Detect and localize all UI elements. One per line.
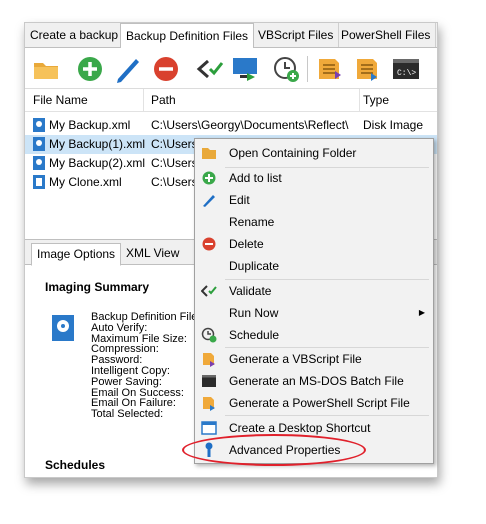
validate-icon[interactable] [195, 54, 225, 84]
command-prompt-icon [201, 373, 217, 389]
svg-text:C:\>: C:\> [397, 69, 416, 78]
definition-file-icon [33, 156, 45, 170]
validate-icon [201, 283, 217, 299]
tab-xml-view[interactable]: XML View [121, 243, 184, 264]
generate-batch-icon[interactable]: C:\> [391, 54, 421, 84]
menu-item-validate[interactable]: Validate [195, 280, 433, 302]
definition-file-icon [33, 137, 45, 151]
file-name: My Backup.xml [49, 118, 131, 132]
tab-vbscript-files[interactable]: VBScript Files [253, 23, 340, 47]
summary-item: Total Selected: [91, 408, 164, 421]
tab-create-backup[interactable]: Create a backup [25, 23, 125, 47]
edit-pencil-icon [201, 192, 217, 208]
highlight-circle-annotation [182, 434, 366, 466]
schedule-icon[interactable] [271, 54, 301, 84]
edit-pencil-icon[interactable] [113, 54, 143, 84]
menu-separator [225, 415, 429, 416]
desktop-shortcut-icon [201, 420, 217, 436]
add-icon[interactable] [75, 54, 105, 84]
generate-powershell-icon[interactable] [353, 54, 383, 84]
menu-item-generate-vbscript[interactable]: Generate a VBScript File [195, 348, 433, 370]
file-name: My Backup(2).xml [49, 156, 146, 170]
top-tab-bar: Create a backup Backup Definition Files … [25, 23, 437, 49]
menu-item-run-now[interactable]: Run Now ▶ [195, 302, 433, 324]
toolbar: C:\> [25, 48, 437, 89]
column-header-file-name[interactable]: File Name [25, 89, 144, 111]
powershell-file-icon [201, 395, 217, 411]
definition-file-icon [33, 118, 45, 132]
delete-icon[interactable] [151, 54, 181, 84]
summary-item: Auto Verify: [91, 321, 148, 334]
menu-item-rename[interactable]: Rename [195, 211, 433, 233]
imaging-summary-heading: Imaging Summary [45, 280, 150, 294]
file-list-header: File Name Path Type [25, 89, 437, 112]
add-icon [201, 170, 217, 186]
menu-item-add-to-list[interactable]: Add to list [195, 167, 433, 189]
context-menu: Open Containing Folder Add to list Edit … [194, 138, 434, 464]
open-folder-icon[interactable] [31, 54, 61, 84]
disk-image-icon [52, 315, 74, 341]
menu-item-generate-batch[interactable]: Generate an MS-DOS Batch File [195, 370, 433, 392]
clone-file-icon [33, 175, 45, 189]
delete-icon [201, 236, 217, 252]
schedule-icon [201, 327, 217, 343]
vbscript-file-icon [201, 351, 217, 367]
summary-list: Backup Definition File Auto Verify: Maxi… [91, 312, 197, 420]
menu-item-delete[interactable]: Delete [195, 233, 433, 255]
file-row[interactable]: My Backup.xml C:\Users\Georgy\Documents\… [25, 116, 437, 135]
menu-item-schedule[interactable]: Schedule [195, 324, 433, 346]
toolbar-separator [307, 56, 308, 82]
tab-image-options[interactable]: Image Options [31, 243, 122, 266]
submenu-arrow-icon: ▶ [418, 308, 425, 317]
folder-icon [201, 145, 217, 161]
file-path: C:\Users\Georgy\Documents\Reflect\ [151, 118, 349, 132]
file-type: Disk Image [363, 118, 424, 132]
run-now-icon[interactable] [231, 54, 261, 84]
file-name: My Backup(1).xml [49, 137, 146, 151]
column-header-type[interactable]: Type [355, 89, 437, 111]
menu-item-edit[interactable]: Edit [195, 189, 433, 211]
menu-item-duplicate[interactable]: Duplicate [195, 255, 433, 277]
schedules-heading: Schedules [45, 458, 106, 472]
tab-powershell-files[interactable]: PowerShell Files [336, 23, 437, 47]
file-name: My Clone.xml [49, 175, 122, 189]
tab-backup-definition-files[interactable]: Backup Definition Files [120, 23, 255, 49]
menu-item-generate-powershell[interactable]: Generate a PowerShell Script File [195, 392, 433, 414]
summary-item: Power Saving: [91, 375, 162, 388]
generate-vbscript-icon[interactable] [315, 54, 345, 84]
column-header-path[interactable]: Path [143, 89, 360, 111]
menu-item-open-containing-folder[interactable]: Open Containing Folder [195, 142, 433, 164]
